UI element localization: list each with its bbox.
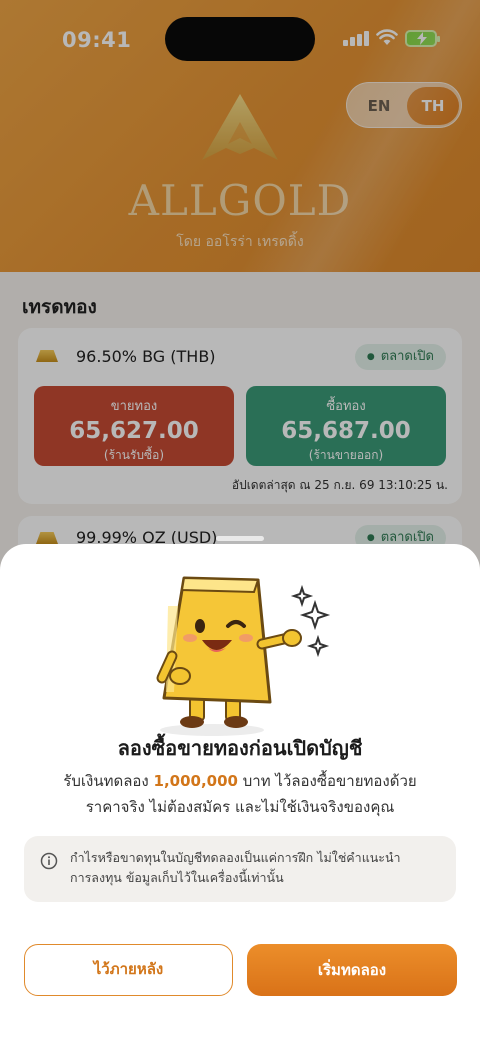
sheet-description: รับเงินทดลอง 1,000,000 บาท ไว้ลองซื้อขาย… (30, 768, 450, 820)
disclaimer-note: กำไรหรือขาดทุนในบัญชีทดลองเป็นแค่การฝึก … (24, 836, 456, 902)
demo-account-sheet: ลองซื้อขายทองก่อนเปิดบัญชี รับเงินทดลอง … (0, 536, 480, 1044)
sheet-grabber[interactable] (216, 536, 264, 541)
sheet-title: ลองซื้อขายทองก่อนเปิดบัญชี (117, 736, 363, 760)
disclaimer-text: กำไรหรือขาดทุนในบัญชีทดลองเป็นแค่การฝึก … (70, 848, 440, 888)
info-icon (40, 852, 58, 870)
demo-amount: 1,000,000 (153, 772, 238, 790)
later-button[interactable]: ไว้ภายหลัง (24, 944, 233, 996)
disclaimer-line-1: กำไรหรือขาดทุนในบัญชีทดลองเป็นแค่การฝึก … (70, 850, 401, 865)
start-demo-button[interactable]: เริ่มทดลอง (247, 944, 457, 996)
disclaimer-line-2: การลงทุน ข้อมูลเก็บไว้ในเครื่องนี้เท่านั… (70, 870, 284, 885)
description-line-2: ราคาจริง ไม่ต้องสมัคร และไม่ใช้เงินจริงข… (85, 798, 395, 816)
description-suffix: บาท ไว้ลองซื้อขายทองด้วย (237, 772, 417, 790)
description-prefix: รับเงินทดลอง (63, 772, 154, 790)
gold-bar-mascot-icon (156, 576, 331, 736)
description-line-1: รับเงินทดลอง 1,000,000 บาท ไว้ลองซื้อขาย… (30, 768, 450, 794)
